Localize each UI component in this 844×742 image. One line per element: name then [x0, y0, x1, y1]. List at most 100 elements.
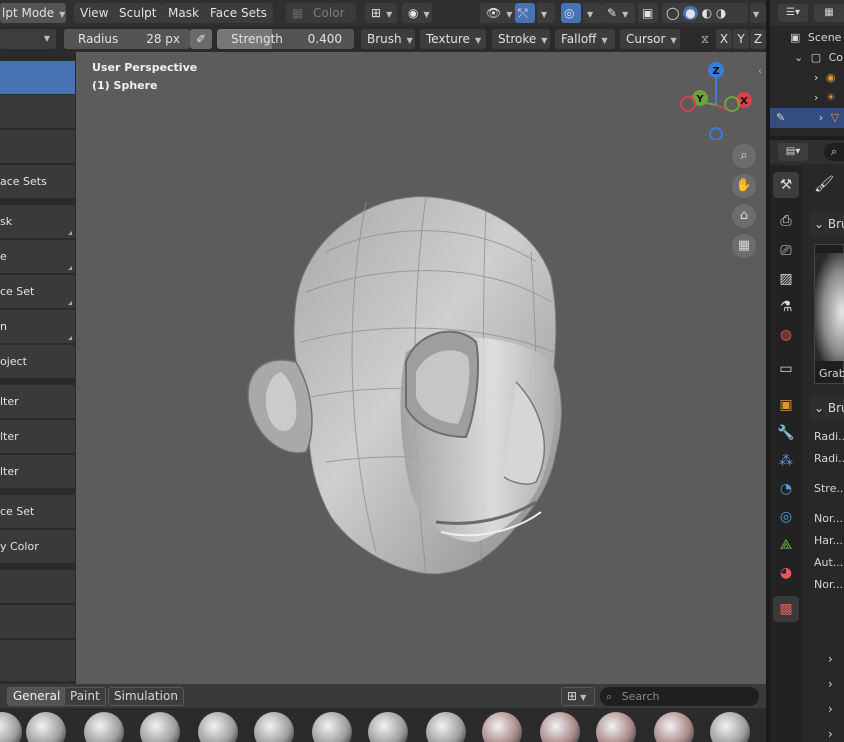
tab-simulation[interactable]: Simulation: [108, 687, 184, 706]
camera-icon[interactable]: ⌂: [732, 204, 756, 228]
navigation-gizmo[interactable]: Z X Y: [676, 60, 756, 140]
tab-material-icon[interactable]: ◕: [773, 560, 799, 586]
brush-panel-header[interactable]: ⌄ Bru: [810, 212, 844, 236]
expand-arrow-icon[interactable]: ›: [828, 702, 833, 716]
toolbar-item-color-filter[interactable]: lter: [0, 455, 75, 489]
cursor-menu[interactable]: Cursor ▼: [620, 29, 680, 49]
outliner-row-object[interactable]: › ☀: [770, 88, 844, 108]
3d-viewport[interactable]: User Perspective (1) Sphere Z X Y ⌕ ✋ ⌂ …: [76, 52, 766, 684]
stroke-menu[interactable]: Stroke ▼: [492, 29, 550, 49]
toolbar-item-transform[interactable]: [0, 605, 75, 639]
tab-render-icon[interactable]: ⎙: [773, 208, 799, 234]
gizmo-dropdown[interactable]: ▼: [537, 3, 555, 23]
outliner-row-sphere-selected[interactable]: ✎ › ▽: [770, 108, 844, 128]
mask-menu[interactable]: Mask: [162, 3, 205, 23]
tab-texture-icon[interactable]: ▩: [773, 596, 799, 622]
brush-thumbnail[interactable]: [312, 712, 352, 742]
outliner-row-object[interactable]: › ◉: [770, 68, 844, 88]
material-shading-icon[interactable]: ◐: [702, 6, 712, 20]
expand-arrow-icon[interactable]: ›: [828, 677, 833, 691]
brush-thumbnail[interactable]: [140, 712, 180, 742]
pan-hand-icon[interactable]: ✋: [732, 174, 756, 198]
expand-arrow-icon[interactable]: ›: [819, 111, 823, 124]
texture-menu[interactable]: Texture ▼: [420, 29, 486, 49]
brush-thumbnail[interactable]: [710, 712, 750, 742]
outliner-row-scene[interactable]: ▣ Scene: [770, 28, 844, 48]
toolbar-item-line-project[interactable]: oject: [0, 345, 75, 379]
shading-dropdown[interactable]: ▼: [750, 3, 766, 23]
expand-arrow-icon[interactable]: ›: [814, 71, 818, 84]
toolbar-item-active[interactable]: [0, 61, 75, 95]
tab-collection-icon[interactable]: ▭: [773, 356, 799, 382]
brush-thumbnail[interactable]: [26, 712, 66, 742]
overlay-dropdown[interactable]: ▼: [583, 3, 601, 23]
toolbar-item-box-trim[interactable]: n: [0, 310, 75, 344]
brush-thumbnail[interactable]: [426, 712, 466, 742]
solid-shading-icon[interactable]: ●: [683, 6, 698, 20]
symmetry-y-toggle[interactable]: Y: [733, 29, 749, 49]
toolbar-item-mask-by-color[interactable]: y Color: [0, 530, 75, 564]
display-mode-dropdown[interactable]: ▦: [814, 4, 844, 22]
pressure-radius-icon[interactable]: ✐: [190, 29, 212, 49]
brush-thumbnail[interactable]: [368, 712, 408, 742]
toolbar-item-edit-face-set[interactable]: ce Set: [0, 495, 75, 529]
editor-type-dropdown[interactable]: ▤▾: [778, 143, 808, 161]
toolbar-item-face-sets[interactable]: ace Sets: [0, 165, 75, 199]
radius-field[interactable]: Radius 28 px: [64, 29, 190, 49]
brush-menu[interactable]: Brush ▼: [361, 29, 415, 49]
tab-world-icon[interactable]: ◍: [773, 322, 799, 348]
toolbar-item-mesh-filter[interactable]: lter: [0, 385, 75, 419]
gizmo-neg-y-axis[interactable]: [724, 96, 740, 112]
mode-selector[interactable]: lpt Mode ▼: [0, 3, 66, 23]
display-options-dropdown[interactable]: ⊞ ▼: [561, 687, 595, 706]
brush-thumbnail[interactable]: [596, 712, 636, 742]
sculpted-head-model[interactable]: [236, 182, 576, 582]
gizmo-toggle-icon[interactable]: ⤲: [515, 3, 535, 23]
tab-object-icon[interactable]: ▣: [773, 392, 799, 418]
strength-field[interactable]: Strength 0.400: [217, 29, 354, 49]
symmetry-z-toggle[interactable]: Z: [750, 29, 766, 49]
perspective-grid-icon[interactable]: ▦: [732, 234, 756, 258]
brush-selector[interactable]: ▼: [0, 29, 56, 49]
brush-thumbnail[interactable]: [540, 712, 580, 742]
gizmo-neg-z-axis[interactable]: [709, 127, 723, 140]
wireframe-shading-icon[interactable]: ◯: [666, 6, 679, 20]
brush-thumbnail[interactable]: [0, 712, 22, 742]
visibility-icon[interactable]: 👁 ▼: [480, 3, 518, 23]
color-dropdown[interactable]: ▦ Color: [286, 3, 356, 23]
tab-constraints-icon[interactable]: ◎: [773, 504, 799, 530]
toolbar-item-annotate[interactable]: [0, 640, 75, 682]
brush-thumbnail[interactable]: [198, 712, 238, 742]
toolbar-item-box-hide[interactable]: e: [0, 240, 75, 274]
brush-thumbnail[interactable]: [254, 712, 294, 742]
toolbar-item-box-face-set[interactable]: ce Set: [0, 275, 75, 309]
tab-output-icon[interactable]: ⎚: [773, 238, 799, 264]
falloff-menu[interactable]: Falloff ▼: [555, 29, 615, 49]
sidebar-toggle-icon[interactable]: ‹: [758, 66, 762, 77]
editor-type-dropdown[interactable]: ☰▾: [778, 4, 808, 22]
view-menu[interactable]: View: [74, 3, 115, 23]
brush-preview[interactable]: Grab: [814, 244, 844, 384]
tab-particles-icon[interactable]: ⁂: [773, 448, 799, 474]
tab-view-layer-icon[interactable]: ▨: [773, 266, 799, 292]
brush-thumbnail[interactable]: [482, 712, 522, 742]
xray-toggle-icon[interactable]: ▣: [638, 3, 658, 23]
tab-modifiers-icon[interactable]: 🔧: [773, 420, 799, 446]
toolbar-item[interactable]: [0, 95, 75, 129]
collapse-arrow-icon[interactable]: ⌄: [794, 51, 803, 64]
expand-arrow-icon[interactable]: ›: [828, 727, 833, 741]
tab-tool-icon[interactable]: ⚒: [773, 172, 799, 198]
brush-thumbnail[interactable]: [84, 712, 124, 742]
expand-arrow-icon[interactable]: ›: [828, 652, 833, 666]
symmetry-dropdown[interactable]: ⊞ ▼: [365, 3, 397, 23]
tab-data-icon[interactable]: ⟁: [773, 532, 799, 558]
tab-physics-icon[interactable]: ◔: [773, 476, 799, 502]
properties-search-icon[interactable]: ⌕: [824, 143, 844, 161]
expand-arrow-icon[interactable]: ›: [814, 91, 818, 104]
toolbar-item[interactable]: [0, 130, 75, 164]
tab-paint[interactable]: Paint: [64, 687, 106, 706]
proportional-dropdown[interactable]: ◉ ▼: [402, 3, 432, 23]
tab-scene-icon[interactable]: ⚗: [773, 294, 799, 320]
face-sets-menu[interactable]: Face Sets: [204, 3, 273, 23]
symmetry-x-toggle[interactable]: X: [716, 29, 732, 49]
